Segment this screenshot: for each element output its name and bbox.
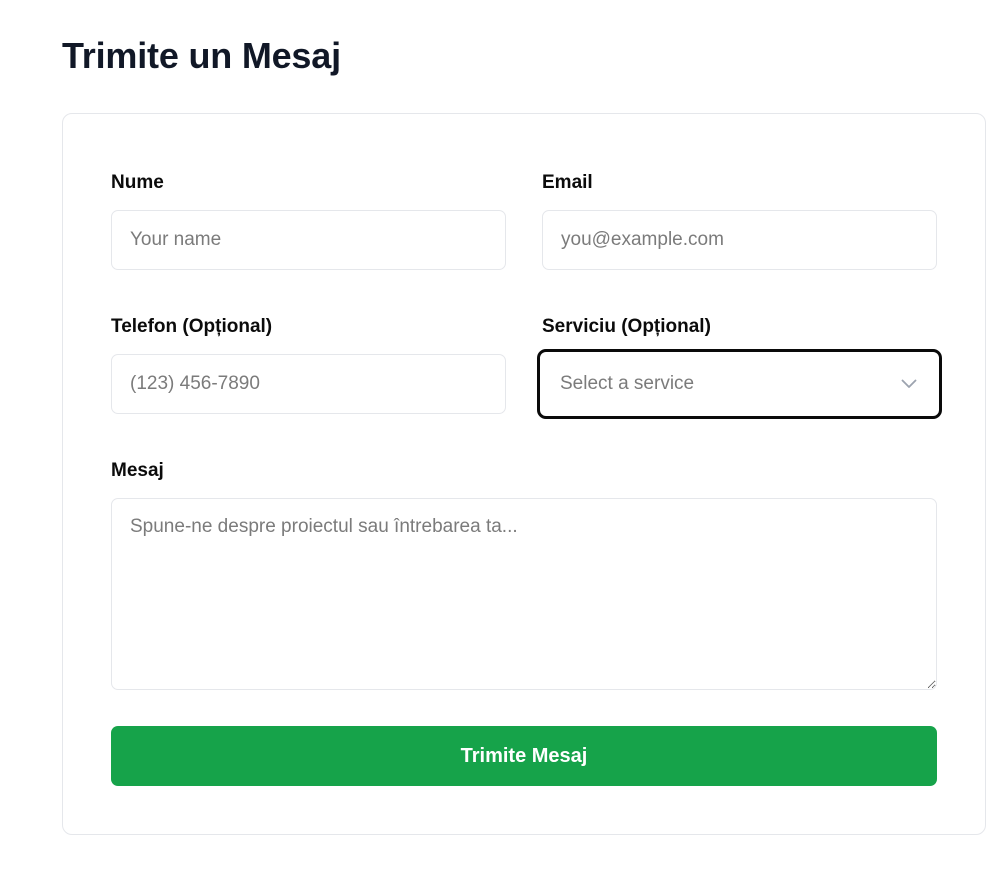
submit-button[interactable]: Trimite Mesaj — [111, 726, 937, 786]
phone-input[interactable] — [111, 354, 506, 414]
contact-form-card: Nume Email Telefon (Opțional) Serviciu (… — [62, 113, 986, 835]
service-field-group: Serviciu (Opțional) — [542, 315, 937, 339]
name-field-group: Nume — [111, 171, 506, 195]
email-label: Email — [542, 172, 593, 193]
email-field-group: Email — [542, 171, 937, 195]
contact-page: Trimite un Mesaj Nume Email Telefon (Opț… — [0, 0, 990, 890]
name-input[interactable] — [111, 210, 506, 270]
email-input[interactable] — [542, 210, 937, 270]
page-title: Trimite un Mesaj — [62, 35, 341, 76]
message-field-group: Mesaj — [111, 459, 937, 483]
service-label: Serviciu (Opțional) — [542, 316, 711, 337]
message-textarea[interactable] — [111, 498, 937, 690]
phone-label: Telefon (Opțional) — [111, 316, 273, 337]
message-label: Mesaj — [111, 460, 164, 481]
chevron-down-icon — [899, 374, 919, 394]
service-select-value: Select a service — [560, 373, 695, 394]
phone-field-group: Telefon (Opțional) — [111, 315, 506, 339]
name-label: Nume — [111, 172, 164, 193]
service-select[interactable]: Select a service — [537, 349, 942, 419]
